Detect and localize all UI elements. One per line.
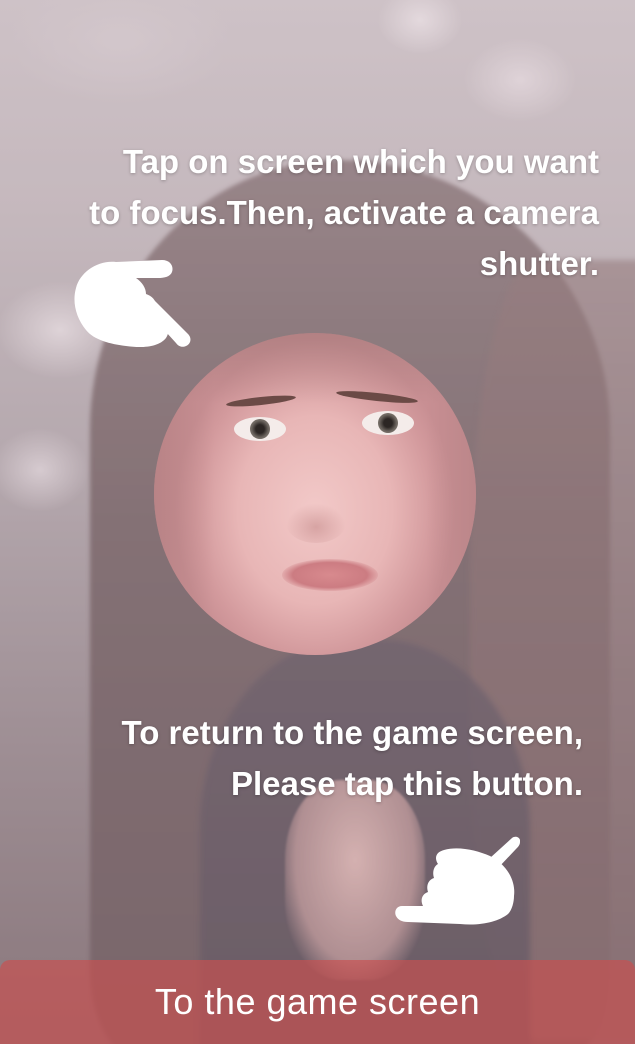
face-hair-right xyxy=(426,373,476,633)
camera-screen[interactable]: Tap on screen which you want to focus.Th… xyxy=(0,0,635,1044)
focus-circle[interactable] xyxy=(154,333,476,655)
left-eye xyxy=(234,417,286,441)
lips xyxy=(282,559,378,591)
return-instruction-text: To return to the game screen, Please tap… xyxy=(121,714,583,802)
right-eye xyxy=(362,411,414,435)
to-game-screen-button[interactable]: To the game screen xyxy=(0,960,635,1044)
pointing-hand-icon xyxy=(70,250,200,350)
pointing-hand-icon xyxy=(392,836,520,936)
nose xyxy=(286,503,346,543)
face-hair-left xyxy=(154,373,214,633)
